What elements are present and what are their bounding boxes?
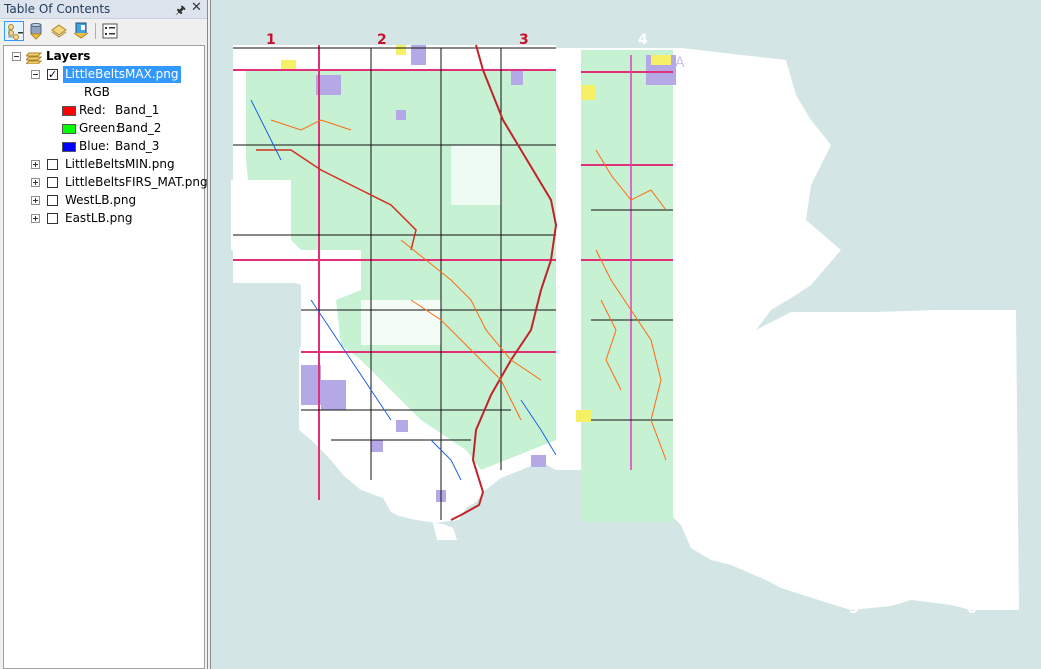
- toc-title-bar: Table Of Contents 🖈 ✕: [0, 0, 207, 19]
- layers-stack-icon: [26, 52, 42, 64]
- band-legend-item: Blue: Band_3: [4, 138, 204, 155]
- grid-label-top: 3: [519, 32, 529, 48]
- layers-visibility-icon: [51, 24, 67, 38]
- band-channel: Blue:: [79, 139, 110, 153]
- green-swatch: [62, 124, 76, 134]
- options-button[interactable]: [100, 21, 120, 41]
- close-icon[interactable]: ✕: [191, 0, 202, 15]
- layers-root[interactable]: Layers: [4, 48, 204, 65]
- band-channel: Red:: [79, 103, 106, 117]
- layer-label[interactable]: LittleBeltsMIN.png: [65, 156, 175, 173]
- layer-label[interactable]: LittleBeltsMAX.png: [63, 66, 181, 83]
- toc-title: Table Of Contents: [4, 2, 111, 16]
- band-legend-item: Red: Band_1: [4, 102, 204, 119]
- grid-label-bottom: 6: [967, 601, 977, 617]
- red-swatch: [62, 106, 76, 116]
- map-raster: [231, 44, 1019, 610]
- table-of-contents-panel: Table Of Contents 🖈 ✕ Layers ✓ LittleBel…: [0, 0, 208, 669]
- expand-icon[interactable]: [31, 160, 40, 169]
- forest-clearing: [361, 300, 441, 345]
- layers-root-label: Layers: [46, 49, 91, 63]
- layer-label[interactable]: LittleBeltsFIRS_MAT.png: [65, 174, 208, 191]
- band-name: Band_2: [117, 121, 162, 135]
- collapse-icon[interactable]: [31, 70, 40, 79]
- grid-label-bottom: 4: [703, 542, 713, 558]
- layer-visibility-checkbox[interactable]: [47, 195, 58, 206]
- toc-toolbar: [0, 19, 207, 43]
- database-icon: [29, 23, 43, 40]
- expand-icon[interactable]: [31, 178, 40, 187]
- layer-tree: Layers LittleBeltsMAX.png RGB Red: Band_…: [3, 45, 208, 669]
- band-channel: Green:: [79, 121, 120, 135]
- toolbar-separator: [95, 23, 96, 39]
- grid-label-bottom: 5: [849, 601, 859, 617]
- layer-label[interactable]: EastLB.png: [65, 210, 132, 227]
- grid-label-side: A: [675, 55, 685, 71]
- layer-item[interactable]: LittleBeltsMAX.png: [4, 66, 204, 83]
- layer-item[interactable]: EastLB.png: [4, 210, 204, 227]
- grid-label-top: 2: [377, 32, 387, 48]
- selection-icon: [73, 22, 89, 39]
- grid-label-top: 4: [638, 32, 648, 48]
- layer-visibility-checkbox[interactable]: [47, 213, 58, 224]
- band-name: Band_3: [115, 139, 160, 153]
- layer-item[interactable]: LittleBeltsFIRS_MAT.png: [4, 174, 208, 191]
- layer-visibility-checkbox[interactable]: [47, 66, 58, 83]
- blue-swatch: [62, 142, 76, 152]
- layer-item[interactable]: WestLB.png: [4, 192, 204, 209]
- layer-visibility-checkbox[interactable]: [47, 177, 58, 188]
- map-canvas[interactable]: 1 2 3 4 A 4 5 6: [211, 0, 1041, 669]
- collapse-icon[interactable]: [12, 52, 21, 61]
- layer-label[interactable]: WestLB.png: [65, 192, 136, 209]
- band-legend-item: Green: Band_2: [4, 120, 204, 137]
- list-by-selection-button[interactable]: [71, 21, 91, 41]
- expand-icon[interactable]: [31, 196, 40, 205]
- options-list-icon: [102, 23, 118, 39]
- forest-clearing: [231, 180, 291, 250]
- layer-visibility-checkbox[interactable]: [47, 159, 58, 170]
- forest-clearing: [451, 145, 501, 205]
- list-by-visibility-button[interactable]: [49, 21, 69, 41]
- layer-item[interactable]: LittleBeltsMIN.png: [4, 156, 204, 173]
- renderer-label: RGB: [84, 85, 110, 99]
- list-by-drawing-order-button[interactable]: [4, 21, 24, 41]
- drawing-order-icon: [8, 24, 23, 40]
- list-by-source-button[interactable]: [26, 21, 46, 41]
- band-name: Band_1: [115, 103, 160, 117]
- grid-label-top: 1: [266, 32, 276, 48]
- east-strip-forest: [581, 50, 673, 522]
- expand-icon[interactable]: [31, 214, 40, 223]
- east-strip-white: [556, 50, 581, 470]
